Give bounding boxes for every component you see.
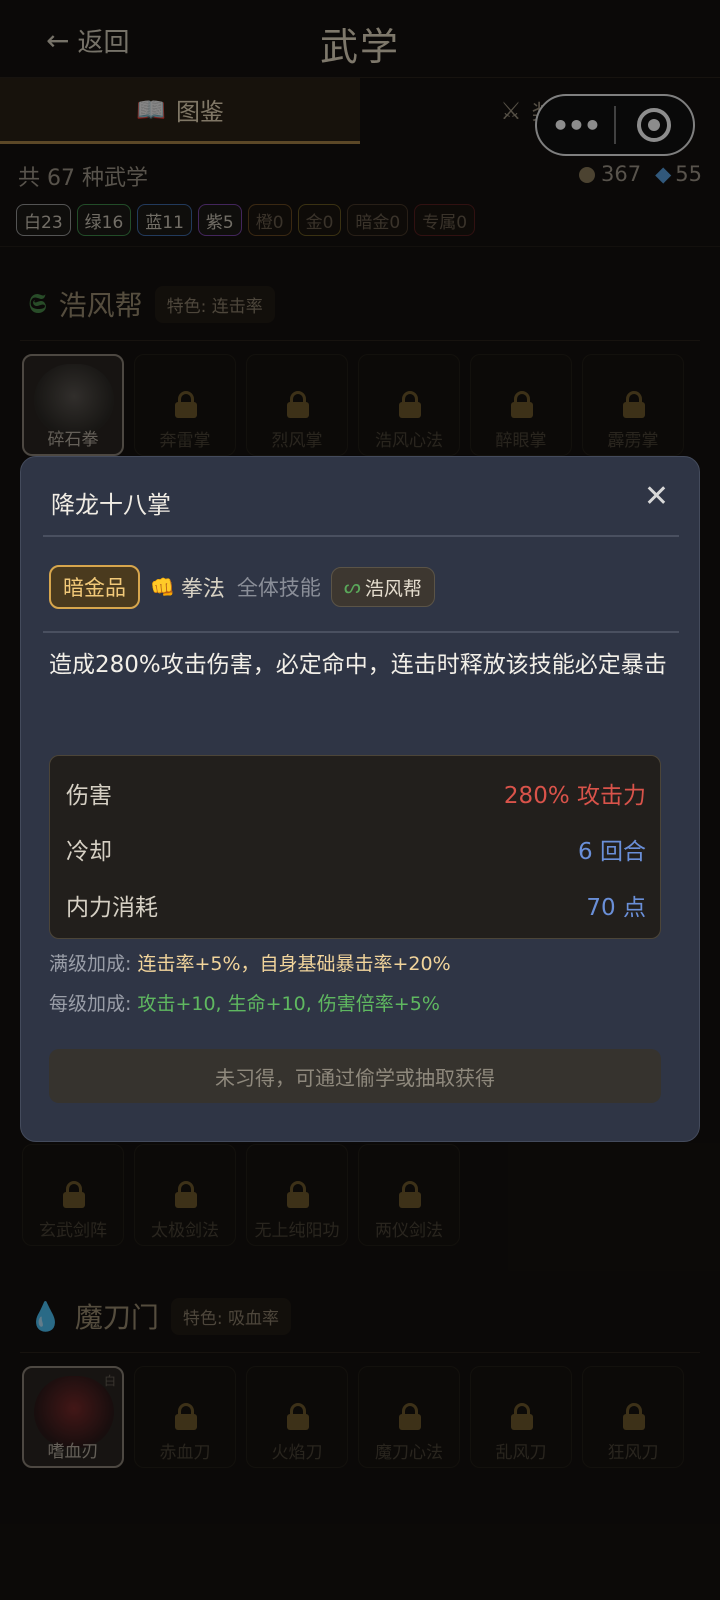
skill-detail-modal: 降龙十八掌 ✕ 暗金品 👊 拳法 全体技能 ᔕ 浩风帮 造成280%攻击伤害，必… bbox=[20, 456, 700, 1142]
stat-damage: 伤害 280% 攻击力 bbox=[66, 783, 646, 809]
stat-mp-cost: 内力消耗 70 点 bbox=[66, 895, 646, 921]
divider bbox=[43, 631, 679, 633]
skill-scope: 全体技能 bbox=[236, 576, 321, 600]
divider bbox=[43, 535, 679, 537]
skill-tags: 暗金品 👊 拳法 全体技能 ᔕ 浩风帮 bbox=[49, 565, 435, 609]
stat-cooldown: 冷却 6 回合 bbox=[66, 839, 646, 865]
snake-icon: ᔕ bbox=[343, 576, 361, 598]
close-icon[interactable]: ✕ bbox=[644, 479, 669, 514]
fist-icon: 👊 bbox=[150, 575, 175, 599]
per-level-bonus: 每级加成: 攻击+10, 生命+10, 伤害倍率+5% bbox=[49, 993, 440, 1015]
modal-title: 降龙十八掌 bbox=[51, 491, 171, 519]
full-level-bonus: 满级加成: 连击率+5%，自身基础暴击率+20% bbox=[49, 953, 451, 975]
skill-description: 造成280%攻击伤害，必定命中，连击时释放该技能必定暴击 bbox=[49, 652, 667, 678]
sect-badge-label: 浩风帮 bbox=[364, 577, 422, 600]
skill-type: 👊 拳法 bbox=[150, 571, 225, 603]
acquire-status-button[interactable]: 未习得，可通过偷学或抽取获得 bbox=[49, 1049, 661, 1103]
sect-badge: ᔕ 浩风帮 bbox=[330, 567, 435, 607]
stats-panel: 伤害 280% 攻击力 冷却 6 回合 内力消耗 70 点 bbox=[49, 755, 661, 939]
grade-badge: 暗金品 bbox=[49, 565, 140, 609]
skill-type-label: 拳法 bbox=[180, 577, 225, 602]
